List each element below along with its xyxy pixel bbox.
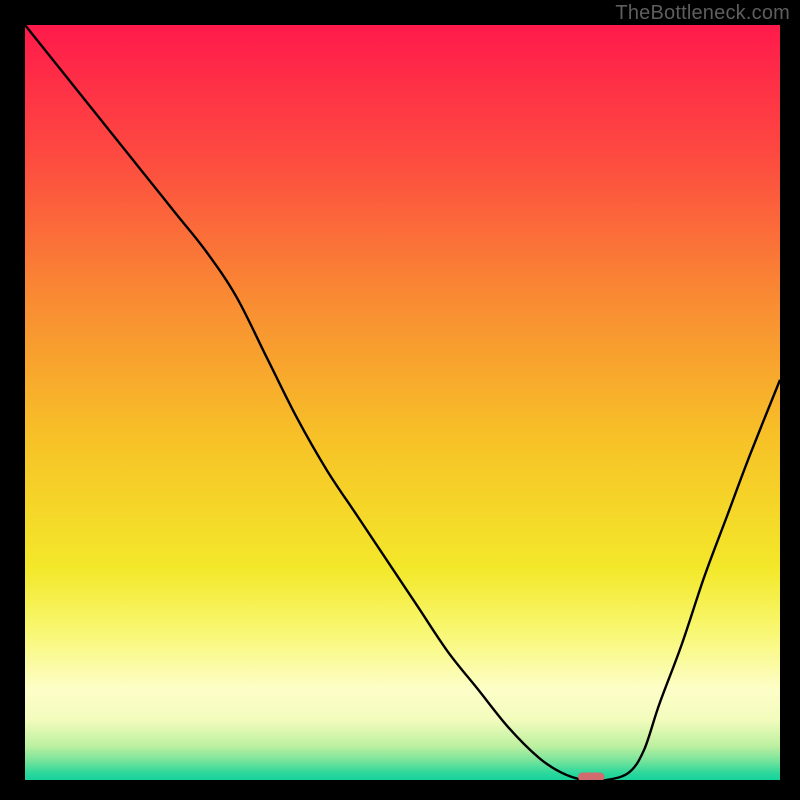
gradient-background (25, 25, 780, 780)
optimum-marker (578, 772, 604, 780)
chart-svg (25, 25, 780, 780)
chart-stage: TheBottleneck.com (0, 0, 800, 800)
chart-plot-area (25, 25, 780, 780)
watermark-text: TheBottleneck.com (615, 2, 790, 25)
